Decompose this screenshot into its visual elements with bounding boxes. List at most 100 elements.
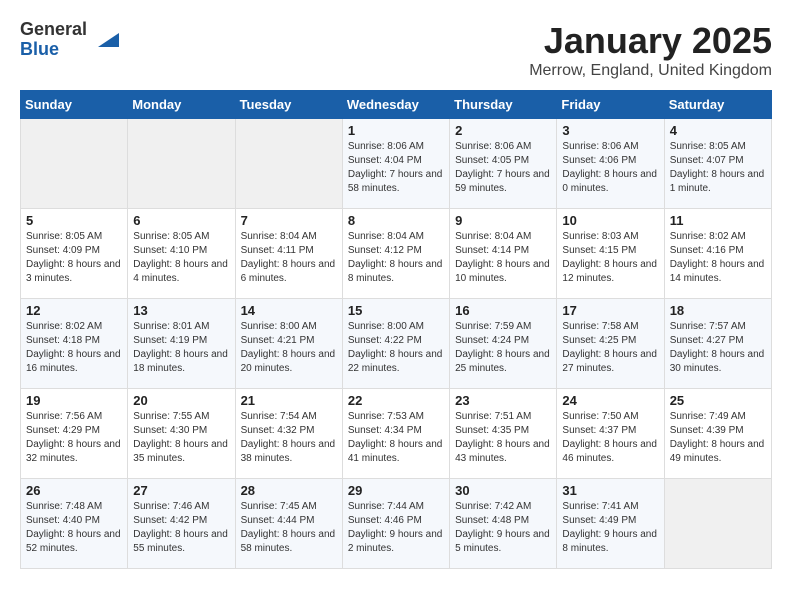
logo-icon [91, 26, 119, 54]
day-cell: 19 Sunrise: 7:56 AM Sunset: 4:29 PM Dayli… [21, 389, 128, 479]
day-info: Sunrise: 7:41 AM Sunset: 4:49 PM Dayligh… [562, 500, 658, 556]
day-number: 11 [670, 213, 766, 228]
day-info: Sunrise: 8:00 AM Sunset: 4:21 PM Dayligh… [241, 320, 337, 376]
day-number: 16 [455, 303, 551, 318]
day-number: 2 [455, 123, 551, 138]
calendar-header: SundayMondayTuesdayWednesdayThursdayFrid… [21, 91, 772, 119]
day-cell: 15 Sunrise: 8:00 AM Sunset: 4:22 PM Dayli… [342, 299, 449, 389]
weekday-header-sunday: Sunday [21, 91, 128, 119]
day-cell: 23 Sunrise: 7:51 AM Sunset: 4:35 PM Dayli… [450, 389, 557, 479]
day-number: 29 [348, 483, 444, 498]
day-number: 3 [562, 123, 658, 138]
day-number: 5 [26, 213, 122, 228]
day-info: Sunrise: 8:06 AM Sunset: 4:05 PM Dayligh… [455, 140, 551, 196]
day-cell: 2 Sunrise: 8:06 AM Sunset: 4:05 PM Daylig… [450, 119, 557, 209]
day-cell: 9 Sunrise: 8:04 AM Sunset: 4:14 PM Daylig… [450, 209, 557, 299]
day-cell: 13 Sunrise: 8:01 AM Sunset: 4:19 PM Dayli… [128, 299, 235, 389]
day-cell: 22 Sunrise: 7:53 AM Sunset: 4:34 PM Dayli… [342, 389, 449, 479]
day-info: Sunrise: 7:53 AM Sunset: 4:34 PM Dayligh… [348, 410, 444, 466]
day-cell: 26 Sunrise: 7:48 AM Sunset: 4:40 PM Dayli… [21, 479, 128, 569]
day-info: Sunrise: 7:45 AM Sunset: 4:44 PM Dayligh… [241, 500, 337, 556]
day-cell: 16 Sunrise: 7:59 AM Sunset: 4:24 PM Dayli… [450, 299, 557, 389]
day-info: Sunrise: 8:05 AM Sunset: 4:09 PM Dayligh… [26, 230, 122, 286]
day-info: Sunrise: 7:44 AM Sunset: 4:46 PM Dayligh… [348, 500, 444, 556]
day-number: 28 [241, 483, 337, 498]
day-info: Sunrise: 7:51 AM Sunset: 4:35 PM Dayligh… [455, 410, 551, 466]
week-row-2: 5 Sunrise: 8:05 AM Sunset: 4:09 PM Daylig… [21, 209, 772, 299]
day-cell: 14 Sunrise: 8:00 AM Sunset: 4:21 PM Dayli… [235, 299, 342, 389]
logo-general: General [20, 20, 87, 40]
day-number: 26 [26, 483, 122, 498]
day-number: 10 [562, 213, 658, 228]
weekday-header-monday: Monday [128, 91, 235, 119]
day-number: 14 [241, 303, 337, 318]
day-number: 27 [133, 483, 229, 498]
day-number: 30 [455, 483, 551, 498]
day-number: 18 [670, 303, 766, 318]
day-cell [664, 479, 771, 569]
day-number: 20 [133, 393, 229, 408]
day-info: Sunrise: 8:05 AM Sunset: 4:07 PM Dayligh… [670, 140, 766, 196]
day-cell: 5 Sunrise: 8:05 AM Sunset: 4:09 PM Daylig… [21, 209, 128, 299]
day-info: Sunrise: 7:46 AM Sunset: 4:42 PM Dayligh… [133, 500, 229, 556]
day-number: 19 [26, 393, 122, 408]
day-info: Sunrise: 7:54 AM Sunset: 4:32 PM Dayligh… [241, 410, 337, 466]
day-info: Sunrise: 7:42 AM Sunset: 4:48 PM Dayligh… [455, 500, 551, 556]
day-info: Sunrise: 7:59 AM Sunset: 4:24 PM Dayligh… [455, 320, 551, 376]
calendar-subtitle: Merrow, England, United Kingdom [529, 62, 772, 80]
day-number: 9 [455, 213, 551, 228]
day-info: Sunrise: 8:04 AM Sunset: 4:11 PM Dayligh… [241, 230, 337, 286]
day-cell: 6Sunrise: 8:05 AM Sunset: 4:10 PM Daylig… [128, 209, 235, 299]
weekday-header-tuesday: Tuesday [235, 91, 342, 119]
day-info: Sunrise: 8:04 AM Sunset: 4:14 PM Dayligh… [455, 230, 551, 286]
day-cell: 12Sunrise: 8:02 AM Sunset: 4:18 PM Dayli… [21, 299, 128, 389]
weekday-header-friday: Friday [557, 91, 664, 119]
weekday-header-saturday: Saturday [664, 91, 771, 119]
week-row-5: 26 Sunrise: 7:48 AM Sunset: 4:40 PM Dayli… [21, 479, 772, 569]
day-info: Sunrise: 8:02 AM Sunset: 4:16 PM Dayligh… [670, 230, 766, 286]
logo-text: General Blue [20, 20, 87, 60]
day-info: Sunrise: 8:06 AM Sunset: 4:06 PM Dayligh… [562, 140, 658, 196]
title-block: January 2025 Merrow, England, United Kin… [529, 20, 772, 80]
day-info: Sunrise: 8:06 AM Sunset: 4:04 PM Dayligh… [348, 140, 444, 196]
day-info: Sunrise: 8:03 AM Sunset: 4:15 PM Dayligh… [562, 230, 658, 286]
day-cell: 21 Sunrise: 7:54 AM Sunset: 4:32 PM Dayli… [235, 389, 342, 479]
page-header: General Blue January 2025 Merrow, Englan… [20, 20, 772, 80]
day-info: Sunrise: 7:48 AM Sunset: 4:40 PM Dayligh… [26, 500, 122, 556]
day-info: Sunrise: 7:57 AM Sunset: 4:27 PM Dayligh… [670, 320, 766, 376]
day-cell: 29 Sunrise: 7:44 AM Sunset: 4:46 PM Dayli… [342, 479, 449, 569]
day-number: 23 [455, 393, 551, 408]
day-number: 21 [241, 393, 337, 408]
day-cell: 7 Sunrise: 8:04 AM Sunset: 4:11 PM Daylig… [235, 209, 342, 299]
day-cell: 24Sunrise: 7:50 AM Sunset: 4:37 PM Dayli… [557, 389, 664, 479]
day-number: 22 [348, 393, 444, 408]
day-number: 12 [26, 303, 122, 318]
day-number: 13 [133, 303, 229, 318]
calendar-title: January 2025 [529, 20, 772, 62]
day-cell: 1Sunrise: 8:06 AM Sunset: 4:04 PM Daylig… [342, 119, 449, 209]
logo-blue: Blue [20, 40, 87, 60]
day-info: Sunrise: 7:56 AM Sunset: 4:29 PM Dayligh… [26, 410, 122, 466]
day-number: 31 [562, 483, 658, 498]
weekday-header-thursday: Thursday [450, 91, 557, 119]
day-info: Sunrise: 7:49 AM Sunset: 4:39 PM Dayligh… [670, 410, 766, 466]
weekday-header-wednesday: Wednesday [342, 91, 449, 119]
week-row-4: 19 Sunrise: 7:56 AM Sunset: 4:29 PM Dayli… [21, 389, 772, 479]
day-number: 25 [670, 393, 766, 408]
day-cell: 31 Sunrise: 7:41 AM Sunset: 4:49 PM Dayli… [557, 479, 664, 569]
day-cell: 4Sunrise: 8:05 AM Sunset: 4:07 PM Daylig… [664, 119, 771, 209]
day-info: Sunrise: 8:00 AM Sunset: 4:22 PM Dayligh… [348, 320, 444, 376]
day-cell: 27 Sunrise: 7:46 AM Sunset: 4:42 PM Dayli… [128, 479, 235, 569]
day-cell: 25 Sunrise: 7:49 AM Sunset: 4:39 PM Dayli… [664, 389, 771, 479]
day-number: 7 [241, 213, 337, 228]
day-info: Sunrise: 7:55 AM Sunset: 4:30 PM Dayligh… [133, 410, 229, 466]
day-cell: 17Sunrise: 7:58 AM Sunset: 4:25 PM Dayli… [557, 299, 664, 389]
day-info: Sunrise: 7:50 AM Sunset: 4:37 PM Dayligh… [562, 410, 658, 466]
week-row-1: 1Sunrise: 8:06 AM Sunset: 4:04 PM Daylig… [21, 119, 772, 209]
day-cell: 11 Sunrise: 8:02 AM Sunset: 4:16 PM Dayli… [664, 209, 771, 299]
day-info: Sunrise: 8:01 AM Sunset: 4:19 PM Dayligh… [133, 320, 229, 376]
day-number: 15 [348, 303, 444, 318]
day-number: 6 [133, 213, 229, 228]
logo: General Blue [20, 20, 119, 60]
day-cell [235, 119, 342, 209]
